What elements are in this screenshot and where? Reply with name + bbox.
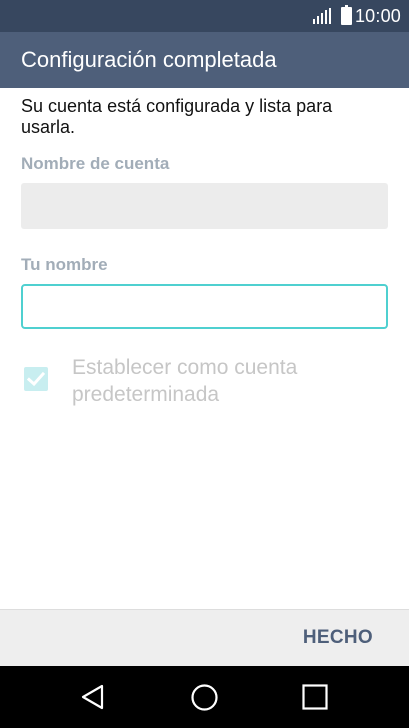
app-bar: Configuración completada <box>0 32 409 88</box>
info-text: Su cuenta está configurada y lista para … <box>21 96 333 137</box>
account-name-field <box>21 183 388 229</box>
home-icon[interactable] <box>191 684 218 711</box>
navigation-bar <box>0 666 409 728</box>
battery-icon <box>340 5 352 25</box>
account-name-label: Nombre de cuenta <box>21 154 170 173</box>
done-button[interactable]: HECHO <box>303 627 373 649</box>
signal-icon <box>312 8 331 24</box>
check-icon <box>26 371 46 387</box>
your-name-field[interactable] <box>21 284 388 329</box>
page-title: Configuración completada <box>21 47 277 72</box>
default-account-checkbox <box>24 367 48 391</box>
recent-apps-icon[interactable] <box>302 684 328 710</box>
default-account-label: Establecer como cuenta predeterminada <box>72 356 298 406</box>
status-time: 10:00 <box>354 5 401 26</box>
your-name-label: Tu nombre <box>21 255 108 274</box>
status-bar: 10:00 <box>0 0 409 32</box>
back-icon[interactable] <box>80 684 106 710</box>
bottom-action-bar: HECHO <box>0 609 409 666</box>
